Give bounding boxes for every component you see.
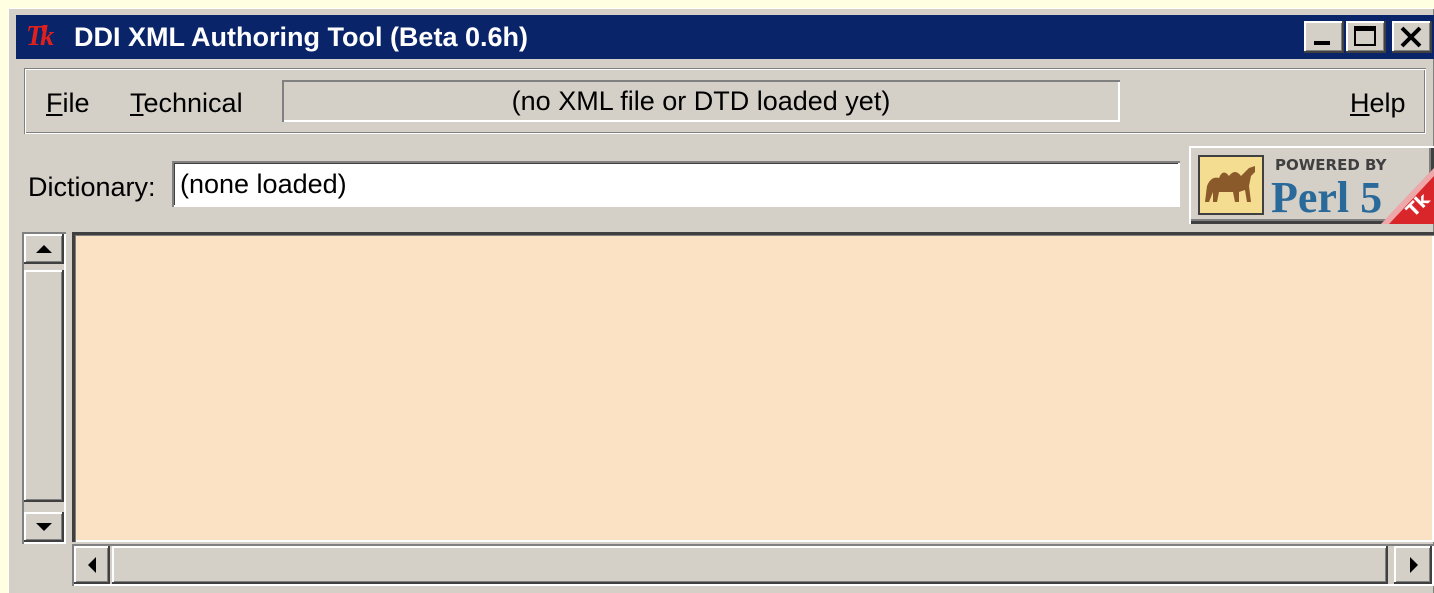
menu-file[interactable]: File — [46, 86, 90, 120]
scroll-right-button[interactable] — [1394, 546, 1432, 584]
scroll-up-button[interactable] — [24, 234, 64, 264]
maximize-button[interactable] — [1346, 21, 1386, 53]
editor-text-area[interactable] — [72, 232, 1434, 542]
menu-file-label: ile — [62, 88, 90, 118]
minimize-icon — [1314, 41, 1330, 45]
scroll-left-button[interactable] — [74, 546, 110, 584]
menu-technical-accel: T — [130, 88, 144, 118]
arrow-up-icon — [36, 245, 52, 253]
vertical-scrollbar[interactable] — [22, 232, 66, 544]
perl-badge-graphic: POWERED BY Perl 5 Tk — [1198, 155, 1434, 224]
horizontal-scroll-thumb[interactable] — [112, 546, 1388, 584]
menu-technical[interactable]: Technical — [130, 86, 243, 120]
window-title: DDI XML Authoring Tool (Beta 0.6h) — [74, 22, 528, 52]
badge-top-text: POWERED BY — [1275, 156, 1388, 174]
arrow-left-icon — [88, 557, 96, 573]
menu-technical-label: echnical — [143, 88, 243, 118]
title-bar[interactable]: Tk DDI XML Authoring Tool (Beta 0.6h) — [16, 15, 1434, 59]
arrow-right-icon — [1410, 557, 1418, 573]
menu-help[interactable]: Help — [1350, 86, 1406, 120]
badge-main-text: Perl 5 — [1271, 173, 1382, 222]
dictionary-field[interactable] — [172, 161, 1180, 207]
horizontal-scrollbar[interactable] — [72, 544, 1434, 586]
menu-help-accel: H — [1350, 88, 1370, 118]
minimize-button[interactable] — [1304, 21, 1344, 53]
tk-logo-icon: Tk — [26, 21, 54, 52]
maximize-icon — [1354, 26, 1376, 46]
dictionary-label: Dictionary: — [28, 172, 156, 202]
menu-help-label: elp — [1369, 88, 1406, 118]
vertical-scroll-thumb[interactable] — [24, 270, 64, 502]
arrow-down-icon — [36, 523, 52, 531]
menu-file-accel: F — [46, 88, 63, 118]
close-button[interactable] — [1392, 21, 1432, 53]
scroll-down-button[interactable] — [24, 512, 64, 542]
powered-by-perl-badge[interactable]: POWERED BY Perl 5 Tk — [1189, 146, 1434, 224]
close-icon — [1400, 26, 1422, 48]
status-message: (no XML file or DTD loaded yet) — [282, 80, 1120, 122]
